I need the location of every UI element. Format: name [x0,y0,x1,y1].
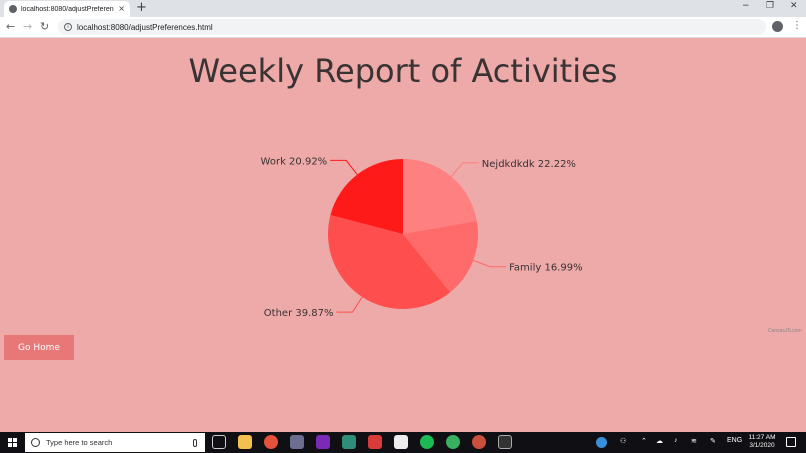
task-view-icon[interactable] [212,435,226,449]
gmail-icon[interactable] [368,435,382,449]
volume-icon[interactable]: ♪ [674,437,678,444]
pie-leader-line [330,159,358,175]
onedrive-icon[interactable]: ☁ [656,437,663,445]
pie-label-family: Family 16.99% [509,263,582,274]
clock-time: 11:27 AM [748,434,776,441]
people-icon[interactable]: ⚇ [620,437,626,445]
kebab-menu-icon[interactable]: ⋮ [792,20,802,32]
windows-start-icon[interactable] [8,438,17,447]
minimize-icon[interactable]: − [742,1,750,11]
windows-taskbar: Type here to search ⚇ ⌃ ☁ ♪ ≋ ✎ ENG 11:2… [0,432,806,453]
new-tab-button[interactable]: + [136,1,147,15]
pie-label-other: Other 39.87% [264,308,334,319]
reload-icon[interactable]: ↻ [40,20,49,34]
pie-leader-line [473,259,507,268]
go-home-button[interactable]: Go Home [4,335,74,360]
pen-icon[interactable]: ✎ [710,437,716,445]
cortana-icon [31,438,40,447]
onenote-icon[interactable] [316,435,330,449]
taskbar-search-placeholder: Type here to search [46,438,113,447]
pie-label-work: Work 20.92% [261,156,328,167]
browser-tab-bar: localhost:8080/adjustPreferences × + − ❐… [0,0,806,17]
pie-label-nejdkdkdk: Nejdkdkdk 22.22% [482,159,576,170]
browser-tab[interactable]: localhost:8080/adjustPreferences × [4,1,130,17]
terminal-icon[interactable] [498,435,512,449]
pie-leader-line [450,162,479,177]
url-text[interactable]: localhost:8080/adjustPreferences.html [77,23,213,32]
activity-pie-chart: Nejdkdkdk 22.22% Family 16.99% Other 39.87… [261,156,583,319]
close-icon[interactable]: × [118,5,125,13]
clock-date: 3/1/2020 [749,442,775,449]
address-bar[interactable]: i localhost:8080/adjustPreferences.html [58,19,766,35]
app-icon[interactable] [394,435,408,449]
tab-title: localhost:8080/adjustPreferences [21,5,115,13]
forward-arrow-icon[interactable]: → [23,20,32,34]
photos-icon[interactable] [342,435,356,449]
wifi-icon[interactable]: ≋ [691,437,697,445]
app-icon[interactable] [290,435,304,449]
taskbar-search[interactable]: Type here to search [25,433,205,452]
window-close-icon[interactable]: ✕ [790,1,798,11]
chrome-icon[interactable] [264,435,278,449]
chart-credit[interactable]: CanvasJS.com [768,328,802,334]
microphone-icon[interactable] [193,438,197,447]
spotify-icon[interactable] [446,435,460,449]
info-icon[interactable]: i [64,23,72,31]
help-icon[interactable] [596,437,607,448]
browser-toolbar: ← → ↻ i localhost:8080/adjustPreferences… [0,17,806,38]
globe-icon [9,5,17,13]
language-indicator[interactable]: ENG [727,437,742,444]
chevron-up-icon[interactable]: ⌃ [641,437,647,445]
maximize-icon[interactable]: ❐ [766,1,774,11]
notification-icon[interactable] [786,437,796,447]
pie-slice-nejdkdkdk[interactable] [403,158,477,234]
spotify-icon[interactable] [420,435,434,449]
back-arrow-icon[interactable]: ← [6,20,15,34]
pie-leader-line [336,296,363,313]
taskbar-clock[interactable]: 11:27 AM 3/1/2020 [744,434,780,450]
chrome-icon[interactable] [472,435,486,449]
file-explorer-icon[interactable] [238,435,252,449]
profile-avatar-icon[interactable] [772,21,783,32]
